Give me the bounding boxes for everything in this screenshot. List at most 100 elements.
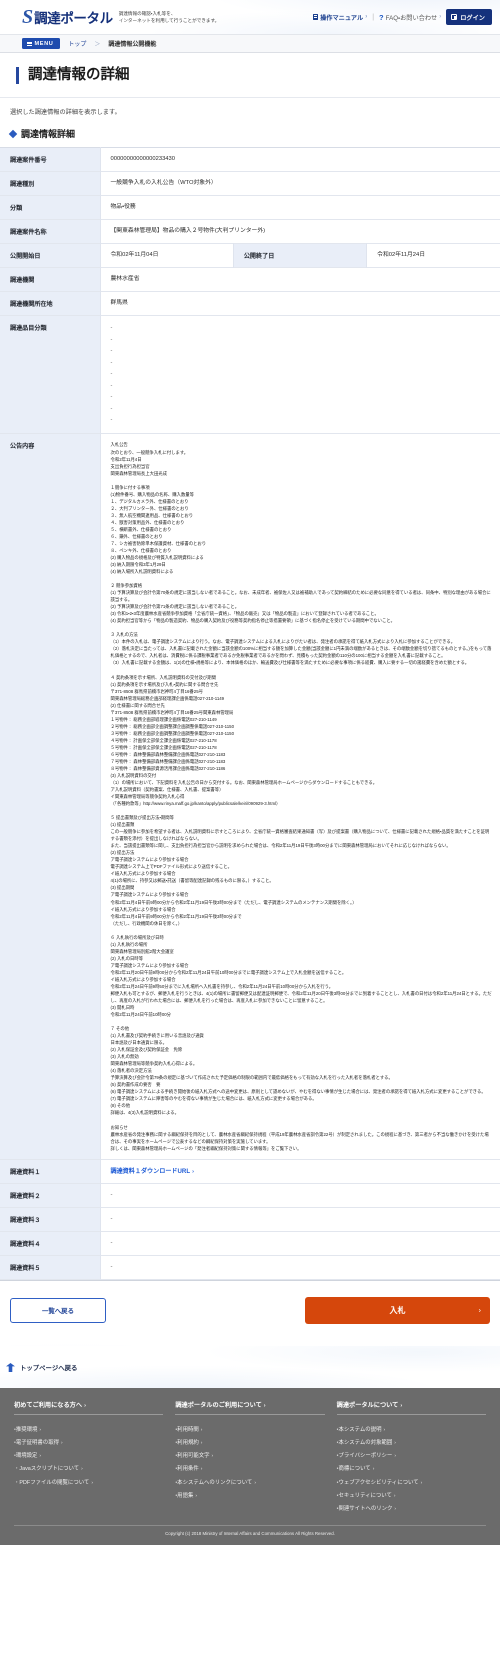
chevron-right-icon: › (263, 1403, 266, 1410)
row-value-document: - (100, 1183, 500, 1208)
breadcrumb-item-current: 調達情報公開機能 (108, 42, 157, 48)
footer-link[interactable]: 本システムへのリンクについて› (175, 1475, 324, 1488)
chevron-right-icon: › (439, 14, 442, 20)
hamburger-icon (27, 41, 32, 46)
site-header: S 調達ポータル 調達情報の確認・入札等を、 インターネットを利用して行うことが… (0, 0, 500, 34)
footer-link[interactable]: 環境設定› (14, 1449, 163, 1462)
row-label-organization: 調達機関 (0, 267, 101, 292)
row-value-item-classification: - - - - - - - - - (100, 315, 500, 434)
row-value-document: - (100, 1231, 500, 1256)
item-classification-entry: - (110, 325, 113, 332)
footer-link[interactable]: 電子証明書の取得› (14, 1436, 163, 1449)
chevron-right-icon: › (393, 1493, 396, 1499)
document-icon (313, 14, 319, 20)
back-to-top-strip[interactable]: トップページへ戻る (0, 1346, 500, 1389)
footer-link[interactable]: ウェブアクセシビリティについて› (337, 1475, 486, 1488)
footer-column: 初めてご利用になる方へ› 推奨環境›電子証明書の取得›環境設定›Javaスクリプト… (14, 1400, 164, 1514)
header-utility-nav: 操作マニュアル › | ? FAQ・お問い合わせ › ログイン (313, 9, 492, 25)
logo-swoosh-icon: S (22, 6, 33, 28)
manual-link-label: 操作マニュアル (320, 14, 364, 22)
row-value-publish-end: 令和02年11月24日 (366, 243, 500, 268)
breadcrumb-separator-icon: ＞ (94, 42, 101, 48)
footer-link[interactable]: 利用時間› (175, 1422, 324, 1435)
item-classification-entry: - (110, 382, 113, 389)
login-button[interactable]: ログイン (446, 9, 492, 25)
back-to-list-button[interactable]: 一覧へ戻る (10, 1298, 106, 1324)
breadcrumb-item-top[interactable]: トップ (68, 39, 86, 48)
chevron-right-icon: › (39, 1454, 42, 1460)
footer-column-title[interactable]: 調達ポータルについて › (336, 1400, 486, 1416)
table-row-item-classification: 調達品目分類 - - - - - - - - - (0, 315, 500, 434)
table-row-document: 調達資料１ 調達資料１ダウンロードURL › (0, 1159, 500, 1184)
action-bar: 一覧へ戻る 入札 › (0, 1280, 500, 1346)
row-value-procurement-type: 一般競争入札の入札公告（WTO対象外） (100, 171, 500, 196)
table-row-case-number: 調達案件番号 00000000000000233430 (0, 147, 500, 172)
row-label-case-number: 調達案件番号 (0, 147, 101, 172)
footer-link[interactable]: PDFファイルの閲覧について› (14, 1475, 163, 1488)
bid-button[interactable]: 入札 › (305, 1297, 490, 1325)
footer-link[interactable]: 利用条件› (175, 1462, 324, 1475)
table-row-organization: 調達機関 農林水産省 (0, 267, 500, 292)
item-classification-entry: - (110, 359, 113, 366)
footer-columns: 初めてご利用になる方へ› 推奨環境›電子証明書の取得›環境設定›Javaスクリプト… (14, 1400, 486, 1514)
empty-value: - (110, 1192, 113, 1199)
chevron-right-icon: › (372, 1467, 375, 1473)
chevron-right-icon: › (192, 1168, 194, 1175)
footer-link[interactable]: 本システムの対象範囲› (337, 1436, 486, 1449)
table-row-document: 調達資料３ - (0, 1207, 500, 1232)
row-label-document: 調達資料３ (0, 1207, 101, 1232)
login-button-label: ログイン (460, 14, 485, 22)
footer-column-title[interactable]: 調達ポータルのご利用について › (175, 1400, 325, 1416)
row-value-case-name: 【関東森林管理局】物品の購入２号物件(大判プリンター外) (100, 219, 500, 244)
chevron-right-icon: › (478, 1307, 481, 1315)
procurement-detail-table: 調達案件番号 00000000000000233430 調達種別 一般競争入札の… (0, 147, 500, 1280)
nav-divider: | (372, 13, 375, 21)
item-classification-entry: - (110, 417, 113, 424)
question-mark-icon: ? (379, 12, 384, 22)
chevron-right-icon: › (383, 1427, 386, 1433)
chevron-right-icon: › (394, 1441, 396, 1447)
chevron-right-icon: › (394, 1454, 396, 1460)
footer-link[interactable]: 利用可能文字› (175, 1449, 324, 1462)
footer-link[interactable]: 関連サイトへのリンク› (337, 1501, 486, 1514)
table-row-document: 調達資料４ - (0, 1231, 500, 1256)
faq-link[interactable]: ? FAQ・お問い合わせ › (379, 13, 441, 22)
table-row-document: 調達資料５ - (0, 1255, 500, 1280)
footer-link[interactable]: 用語集› (175, 1488, 324, 1501)
chevron-right-icon: › (254, 1480, 256, 1486)
footer-link[interactable]: 推奨環境› (14, 1422, 163, 1435)
back-to-top-label: トップページへ戻る (20, 1364, 78, 1372)
chevron-right-icon: › (200, 1441, 203, 1447)
chevron-right-icon: › (60, 1441, 63, 1447)
chevron-right-icon: › (91, 1480, 93, 1486)
site-tagline: 調達情報の確認・入札等を、 インターネットを利用して行うことができます。 (119, 10, 219, 24)
menu-button[interactable]: MENU (22, 38, 61, 49)
site-logo[interactable]: S 調達ポータル (22, 7, 113, 27)
manual-link[interactable]: 操作マニュアル › (313, 13, 367, 22)
footer-column-title[interactable]: 初めてご利用になる方へ › (14, 1400, 164, 1416)
row-label-document: 調達資料５ (0, 1255, 101, 1280)
empty-value: - (110, 1264, 113, 1271)
row-value-category: 物品・役務 (100, 195, 500, 220)
logo-text: 調達ポータル (34, 11, 113, 26)
table-row-organization-location: 調達機関所在地 群馬県 (0, 291, 500, 316)
footer-link[interactable]: セキュリティについて› (337, 1488, 486, 1501)
footer-link[interactable]: プライバシーポリシー› (337, 1449, 486, 1462)
copyright-text: Copyright (c) 2018 Ministry of Internal … (14, 1524, 486, 1539)
empty-value: - (110, 1216, 113, 1223)
document-download-link[interactable]: 調達資料１ダウンロードURL › (111, 1168, 194, 1175)
footer-link[interactable]: 本システムの説明› (337, 1422, 486, 1435)
menu-button-label: MENU (34, 40, 54, 47)
footer-link[interactable]: Javaスクリプトについて› (14, 1462, 163, 1475)
chevron-right-icon: › (394, 1507, 397, 1513)
row-value-organization-location: 群馬県 (100, 291, 500, 316)
page-description: 選択した調達情報の詳細を表示します。 (10, 109, 121, 117)
footer-link[interactable]: 利用規約› (175, 1436, 324, 1449)
chevron-right-icon: › (200, 1427, 203, 1433)
footer-link[interactable]: 商標について› (337, 1462, 486, 1475)
page-title: 調達情報の詳細 (16, 67, 500, 85)
arrow-up-icon (6, 1363, 15, 1372)
chevron-right-icon: › (400, 1403, 403, 1410)
section-header-label: 調達情報詳細 (21, 129, 76, 140)
row-label-item-classification: 調達品目分類 (0, 315, 101, 434)
